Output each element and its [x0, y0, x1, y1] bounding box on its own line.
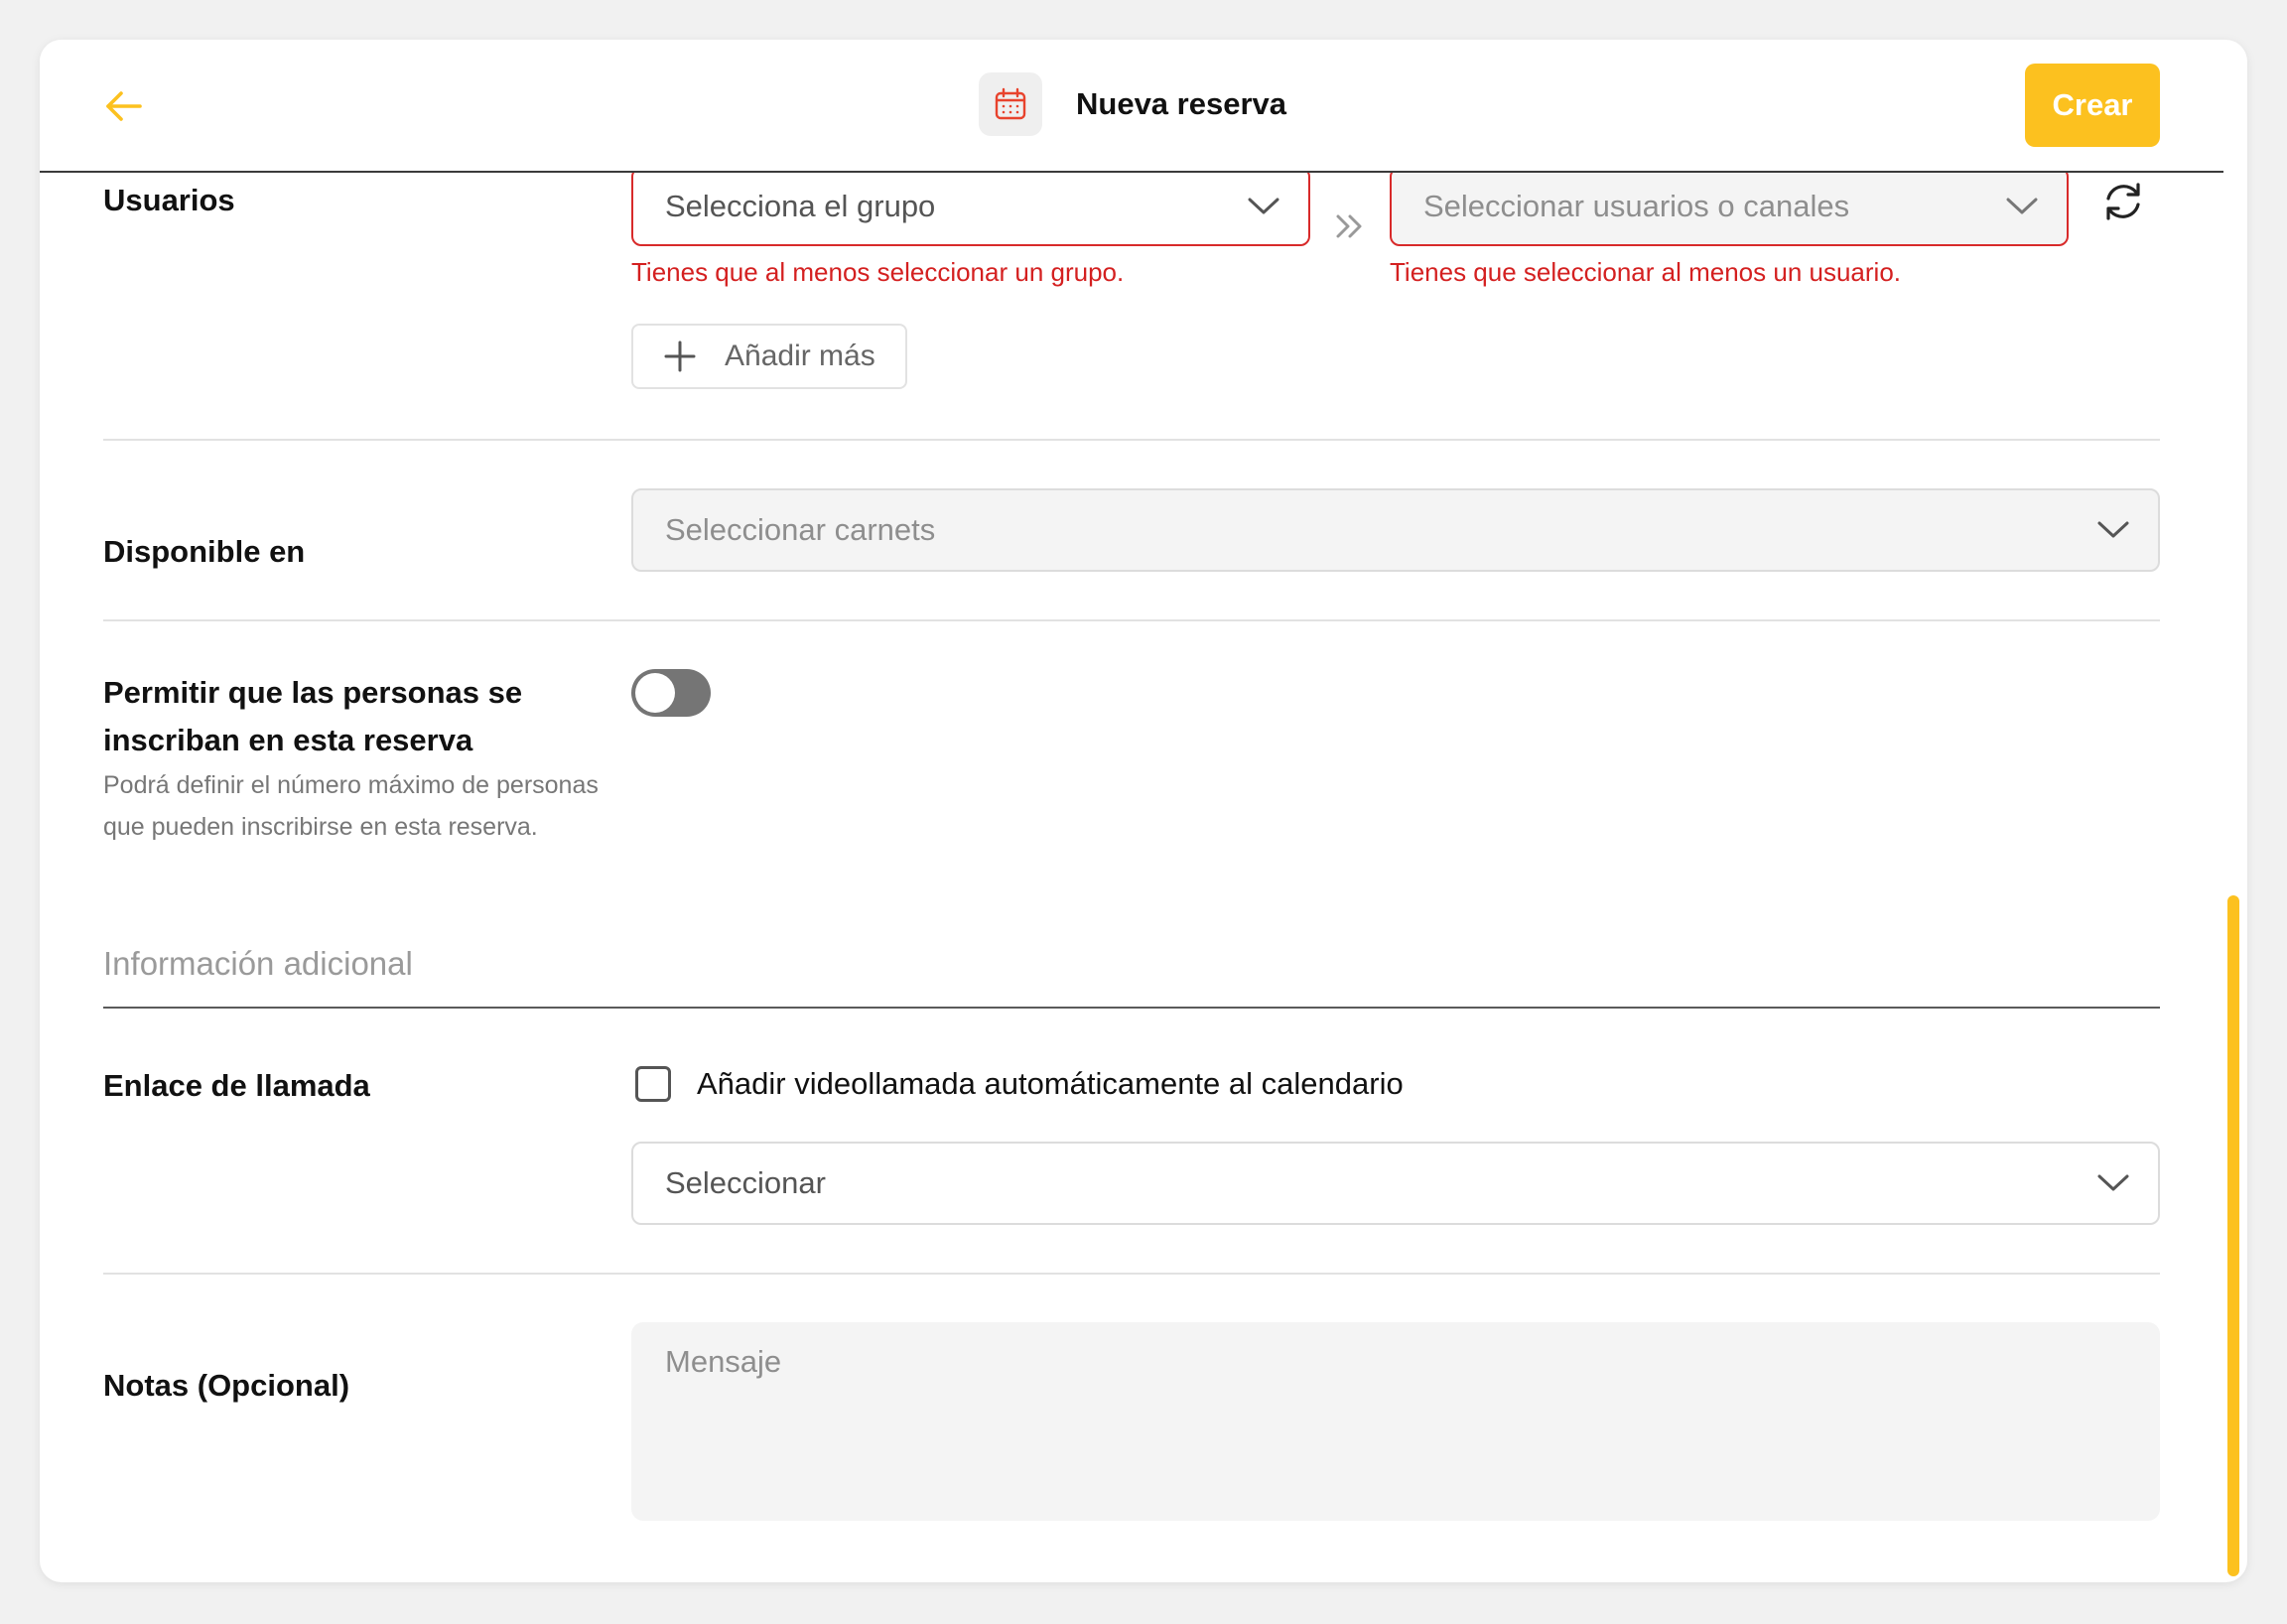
- chevron-down-icon: [1248, 198, 1279, 214]
- plus-icon: [664, 340, 696, 372]
- group-select[interactable]: Selecciona el grupo: [631, 167, 1310, 246]
- refresh-icon[interactable]: [2098, 177, 2148, 226]
- users-select[interactable]: Seleccionar usuarios o canales: [1390, 167, 2069, 246]
- arrow-left-icon: [106, 91, 142, 121]
- section-divider: [103, 1007, 2160, 1009]
- create-button[interactable]: Crear: [2025, 64, 2160, 147]
- videocall-checkbox[interactable]: [635, 1066, 671, 1102]
- header: Nueva reserva Crear: [40, 40, 2223, 173]
- calendar-icon: [995, 87, 1026, 120]
- inscripcion-label: Permitir que las personas se inscriban e…: [103, 675, 523, 757]
- chevron-down-icon: [2097, 521, 2129, 538]
- form-content: Usuarios Selecciona el grupo Tienes que …: [40, 40, 2247, 1582]
- carnets-select-value: Seleccionar carnets: [665, 512, 936, 547]
- page-title: Nueva reserva: [1076, 86, 1286, 121]
- divider: [103, 619, 2160, 621]
- scrollbar-thumb[interactable]: [2227, 895, 2239, 1576]
- add-more-button[interactable]: Añadir más: [631, 324, 907, 389]
- title-group: Nueva reserva: [979, 71, 1286, 137]
- usuarios-label: Usuarios: [103, 183, 235, 217]
- call-link-select[interactable]: Seleccionar: [631, 1142, 2160, 1225]
- videocall-checkbox-row[interactable]: Añadir videollamada automáticamente al c…: [635, 1066, 1404, 1102]
- calendar-icon-box: [979, 72, 1042, 136]
- divider: [103, 439, 2160, 441]
- inscripcion-toggle[interactable]: [631, 669, 711, 717]
- notes-placeholder: Mensaje: [665, 1344, 782, 1379]
- booking-form-card: Usuarios Selecciona el grupo Tienes que …: [40, 40, 2247, 1582]
- chevron-down-icon: [2006, 198, 2038, 214]
- group-select-value: Selecciona el grupo: [665, 189, 936, 223]
- divider: [103, 1273, 2160, 1275]
- videocall-checkbox-label: Añadir videollamada automáticamente al c…: [697, 1066, 1404, 1101]
- enlace-label: Enlace de llamada: [103, 1068, 370, 1103]
- group-error-message: Tienes que al menos seleccionar un grupo…: [631, 257, 1125, 287]
- inscripcion-description: Podrá definir el número máximo de person…: [103, 771, 599, 841]
- call-link-select-value: Seleccionar: [665, 1165, 826, 1200]
- back-button[interactable]: [99, 81, 149, 131]
- section-title-informacion-adicional: Información adicional: [103, 945, 413, 982]
- add-more-label: Añadir más: [725, 339, 875, 372]
- carnets-select[interactable]: Seleccionar carnets: [631, 488, 2160, 572]
- users-error-message: Tienes que seleccionar al menos un usuar…: [1390, 257, 1901, 287]
- notes-textarea[interactable]: Mensaje: [631, 1322, 2160, 1521]
- chevron-down-icon: [2097, 1174, 2129, 1191]
- users-select-value: Seleccionar usuarios o canales: [1423, 189, 1850, 223]
- toggle-knob: [635, 673, 675, 713]
- disponible-label: Disponible en: [103, 534, 306, 569]
- double-chevron-right-icon: [1336, 214, 1362, 238]
- notas-label: Notas (Opcional): [103, 1368, 350, 1403]
